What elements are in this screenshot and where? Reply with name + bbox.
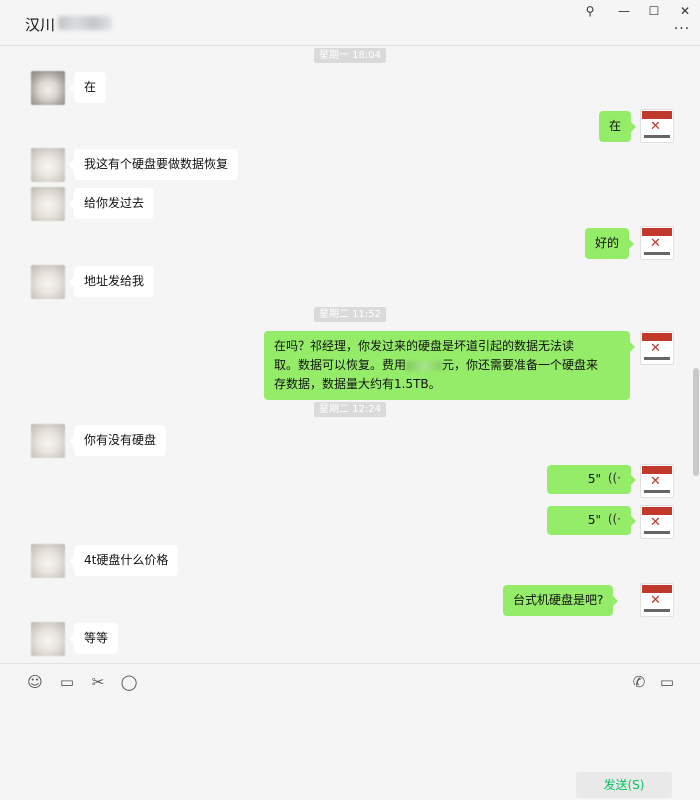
avatar-banner [642, 111, 672, 119]
avatar-banner [642, 507, 672, 515]
message-line: 在吗？祁经理，你发过来的硬盘是坏道引起的数据无法读 [274, 339, 575, 353]
message-bubble-incoming[interactable]: 等等 [68, 623, 119, 654]
contact-avatar[interactable] [31, 187, 65, 221]
contact-avatar[interactable] [31, 622, 65, 656]
chat-history-icon[interactable]: ◯ [119, 672, 139, 692]
message-bubble-incoming[interactable]: 在 [68, 72, 107, 103]
message-bubble-outgoing[interactable]: 在吗？祁经理，你发过来的硬盘是坏道引起的数据无法读 取。数据可以恢复。费用 元，你… [264, 331, 635, 400]
my-avatar[interactable]: ✕ [640, 505, 674, 539]
avatar-x-mark: ✕ [650, 593, 661, 608]
scrollbar-track[interactable] [692, 47, 700, 663]
avatar-footer [644, 609, 670, 612]
my-avatar[interactable]: ✕ [640, 464, 674, 498]
redacted-amount [406, 360, 443, 371]
minimize-button[interactable]: — [611, 2, 637, 20]
contact-avatar[interactable] [31, 544, 65, 578]
my-avatar[interactable]: ✕ [640, 331, 674, 365]
message-line-part: 元，你还需要准备一个硬盘来 [442, 358, 599, 372]
message-bubble-incoming[interactable]: 4t硬盘什么价格 [68, 545, 179, 576]
folder-icon[interactable]: ▭ [57, 672, 77, 692]
contact-avatar[interactable] [31, 71, 65, 105]
voice-message-bubble[interactable]: 5" ((· [547, 506, 636, 535]
message-list[interactable]: 星期一 18:04 在 在 ✕ 我这有个硬盘要做数据恢复 给你发过去 好的 ✕ … [0, 47, 700, 663]
avatar-banner [642, 333, 672, 341]
chat-title: 汉川 [25, 16, 56, 34]
avatar-footer [644, 490, 670, 493]
message-bubble-incoming[interactable]: 你有没有硬盘 [68, 425, 167, 456]
avatar-x-mark: ✕ [650, 119, 661, 134]
timestamp: 星期二 11:52 [314, 307, 386, 322]
my-avatar[interactable]: ✕ [640, 226, 674, 260]
emoji-icon[interactable]: ☺ [25, 672, 45, 692]
video-icon[interactable]: ▭ [657, 672, 677, 692]
contact-avatar[interactable] [31, 265, 65, 299]
avatar-x-mark: ✕ [650, 515, 661, 530]
close-button[interactable]: ✕ [672, 2, 698, 20]
chat-title-redaction [58, 16, 112, 30]
message-line-part: 取。数据可以恢复。费用 [274, 358, 407, 372]
maximize-button[interactable]: ☐ [641, 2, 667, 20]
avatar-x-mark: ✕ [650, 236, 661, 251]
contact-avatar[interactable] [31, 424, 65, 458]
avatar-x-mark: ✕ [650, 474, 661, 489]
message-bubble-outgoing[interactable]: 在 [599, 111, 637, 142]
my-avatar[interactable]: ✕ [640, 109, 674, 143]
message-line: 存数据，数据量大约有1.5TB。 [274, 377, 441, 391]
my-avatar[interactable]: ✕ [640, 583, 674, 617]
phone-icon[interactable]: ✆ [629, 672, 649, 692]
avatar-footer [644, 531, 670, 534]
voice-message-bubble[interactable]: 5" ((· [547, 465, 636, 494]
avatar-x-mark: ✕ [650, 341, 661, 356]
message-bubble-incoming[interactable]: 给你发过去 [68, 188, 155, 219]
contact-avatar[interactable] [31, 148, 65, 182]
message-bubble-incoming[interactable]: 地址发给我 [68, 266, 155, 297]
send-button[interactable]: 发送(S) [576, 772, 672, 798]
voice-duration: 5" [587, 472, 601, 486]
message-bubble-incoming[interactable]: 我这有个硬盘要做数据恢复 [68, 149, 239, 180]
scrollbar-thumb[interactable] [693, 368, 699, 476]
timestamp: 星期一 18:04 [314, 48, 386, 63]
avatar-banner [642, 466, 672, 474]
avatar-banner [642, 228, 672, 236]
chat-window: 汉川 ⚲ — ☐ ✕ ··· 星期一 18:04 在 在 ✕ 我这有个硬盘要做数… [0, 0, 700, 800]
timestamp: 星期二 12:24 [314, 402, 386, 417]
message-bubble-outgoing[interactable]: 台式机硬盘是吧? [503, 585, 619, 616]
voice-duration: 5" [587, 513, 601, 527]
avatar-banner [642, 585, 672, 593]
message-bubble-outgoing[interactable]: 好的 [585, 228, 635, 259]
avatar-footer [644, 357, 670, 360]
voice-wave-icon: ((· [607, 471, 621, 485]
pin-icon[interactable]: ⚲ [577, 2, 603, 20]
more-options-button[interactable]: ··· [670, 22, 694, 40]
avatar-footer [644, 135, 670, 138]
voice-wave-icon: ((· [607, 512, 621, 526]
title-bar: 汉川 ⚲ — ☐ ✕ ··· [0, 0, 700, 46]
input-area[interactable]: ☺ ▭ ✂ ◯ ✆ ▭ 发送(S) [0, 663, 700, 800]
message-line: 取。数据可以恢复。费用 元，你还需要准备一个硬盘来 [274, 356, 620, 375]
screenshot-scissors-icon[interactable]: ✂ [88, 672, 108, 692]
avatar-footer [644, 252, 670, 255]
